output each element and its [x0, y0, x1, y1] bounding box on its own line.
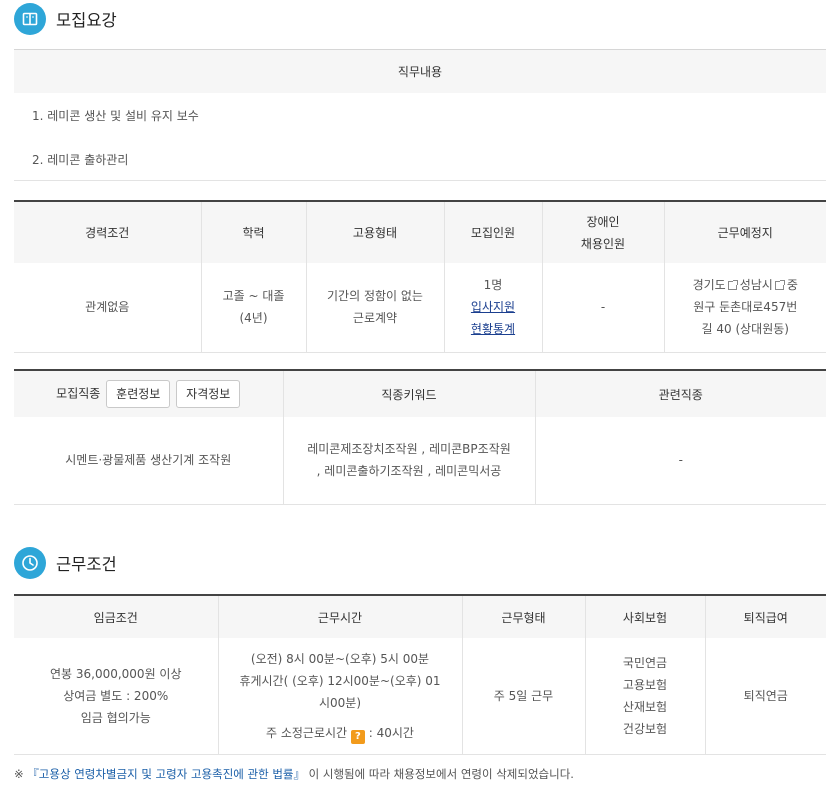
education-line2: (4년): [239, 311, 268, 326]
insurance-item: 국민연금: [622, 655, 668, 670]
hours-line3: 시00분): [318, 695, 362, 710]
job-category-value: 시멘트·광물제품 생산기계 조작원: [14, 417, 283, 505]
job-category-label: 모집직종: [56, 386, 101, 401]
header-education: 학력: [200, 201, 306, 263]
header-retirement: 퇴직급여: [704, 595, 826, 638]
keywords-line1: 레미콘제조장치조작원 , 레미콘BP조작원: [307, 442, 511, 457]
location-province: 경기도: [692, 278, 726, 293]
header-headcount: 모집인원: [443, 201, 542, 263]
license-info-button[interactable]: 자격정보: [176, 380, 241, 408]
hours-line1: (오전) 8시 00분~(오후) 5시 00분: [250, 651, 430, 666]
duty-block: 직무내용 1. 레미콘 생산 및 설비 유지 보수 2. 레미콘 출하관리: [14, 49, 826, 181]
apply-stats-link-1[interactable]: 입사지원: [471, 300, 515, 314]
insurance-item: 고용보험: [622, 677, 668, 692]
weekly-hours-label: 주 소정근로시간: [266, 725, 348, 740]
header-wage: 임금조건: [14, 595, 218, 638]
notice-text: 이 시행됨에 따라 채용정보에서 연령이 삭제되었습니다.: [308, 767, 574, 781]
education-line1: 고졸 ~ 대졸: [222, 289, 285, 304]
location-city: 성남시: [739, 278, 773, 293]
divider: [14, 180, 826, 181]
insurance-value: 국민연금 고용보험 산재보험 건강보험: [584, 638, 705, 755]
header-employment: 고용형태: [305, 201, 444, 263]
external-link-icon[interactable]: [727, 280, 738, 291]
insurance-item: 건강보험: [622, 721, 668, 736]
career-value: 관계없음: [14, 263, 201, 353]
education-value: 고졸 ~ 대졸 (4년): [200, 263, 306, 353]
location-value: 경기도 성남시 중 원구 둔촌대로457번 길 40 (상대원동): [663, 263, 826, 353]
header-disabled-line1: 장애인: [586, 214, 620, 229]
hours-value: (오전) 8시 00분~(오후) 5시 00분 휴게시간( (오후) 12시00…: [217, 638, 462, 755]
disabled-value: -: [541, 263, 664, 353]
external-link-icon[interactable]: [774, 280, 785, 291]
apply-stats-link-2[interactable]: 현황통계: [471, 322, 515, 336]
recruit-section-header: 모집요강: [14, 3, 117, 35]
wage-line2: 상여금 별도 : 200%: [63, 688, 169, 703]
headcount-text: 1명: [483, 278, 503, 293]
employment-value: 기간의 정함이 없는 근로계약: [305, 263, 444, 353]
header-job-category: 모집직종 훈련정보 자격정보: [14, 370, 283, 417]
header-work-type: 근무형태: [461, 595, 585, 638]
duty-item-2: 2. 레미콘 출하관리: [32, 153, 129, 167]
work-type-value: 주 5일 근무: [461, 638, 585, 755]
location-line2: 원구 둔촌대로457번: [693, 300, 798, 315]
help-icon[interactable]: ?: [350, 729, 365, 744]
wage-line1: 연봉 36,000,000원 이상: [49, 666, 182, 681]
related-value: -: [534, 417, 826, 505]
wage-value: 연봉 36,000,000원 이상 상여금 별도 : 200% 임금 협의가능: [14, 638, 218, 755]
header-career: 경력조건: [14, 201, 201, 263]
law-name: 『고용상 연령차별금지 및 고령자 고용촉진에 관한 법률』: [27, 767, 305, 781]
hours-line2: 휴게시간( (오후) 12시00분~(오후) 01: [239, 673, 441, 688]
book-icon: [14, 3, 46, 35]
weekly-hours-value: : 40시간: [368, 725, 414, 740]
wage-line3: 임금 협의가능: [80, 710, 151, 725]
job-category-table: 모집직종 훈련정보 자격정보 직종키워드 관련직종 시멘트·광물제품 생산기계 …: [14, 369, 826, 505]
header-location: 근무예정지: [663, 201, 826, 263]
notice-prefix: ※: [14, 767, 28, 781]
section-title: 모집요강: [56, 11, 117, 30]
insurance-item: 산재보험: [622, 699, 668, 714]
age-notice: ※ 『고용상 연령차별금지 및 고령자 고용촉진에 관한 법률』 이 시행됨에 …: [14, 766, 574, 782]
header-insurance: 사회보험: [584, 595, 705, 638]
headcount-value: 1명 입사지원 현황통계: [443, 263, 542, 353]
work-section-header: 근무조건: [14, 547, 117, 579]
work-conditions-table: 임금조건 근무시간 근무형태 사회보험 퇴직급여 연봉 36,000,000원 …: [14, 594, 826, 755]
training-info-button[interactable]: 훈련정보: [106, 380, 171, 408]
employment-line1: 기간의 정함이 없는: [327, 289, 423, 304]
section-title: 근무조건: [56, 555, 117, 574]
duty-item-1: 1. 레미콘 생산 및 설비 유지 보수: [32, 109, 199, 123]
header-keywords: 직종키워드: [282, 370, 535, 417]
clock-icon: [14, 547, 46, 579]
employment-line2: 근로계약: [352, 311, 398, 326]
duty-header: 직무내용: [14, 49, 826, 93]
header-related: 관련직종: [534, 370, 826, 417]
header-hours: 근무시간: [217, 595, 462, 638]
keywords-value: 레미콘제조장치조작원 , 레미콘BP조작원 , 레미콘출하기조작원 , 레미콘믹…: [282, 417, 535, 505]
retirement-value: 퇴직연금: [704, 638, 826, 755]
location-district: 중: [786, 278, 798, 293]
weekly-hours: 주 소정근로시간 ? : 40시간: [219, 722, 462, 744]
keywords-line2: , 레미콘출하기조작원 , 레미콘믹서공: [316, 464, 502, 479]
header-disabled: 장애인 채용인원: [541, 201, 664, 263]
location-line3: 길 40 (상대원동): [701, 322, 789, 337]
conditions-table: 경력조건 학력 고용형태 모집인원 장애인 채용인원 근무예정지 관계없음 고졸…: [14, 200, 826, 353]
header-disabled-line2: 채용인원: [580, 236, 626, 251]
